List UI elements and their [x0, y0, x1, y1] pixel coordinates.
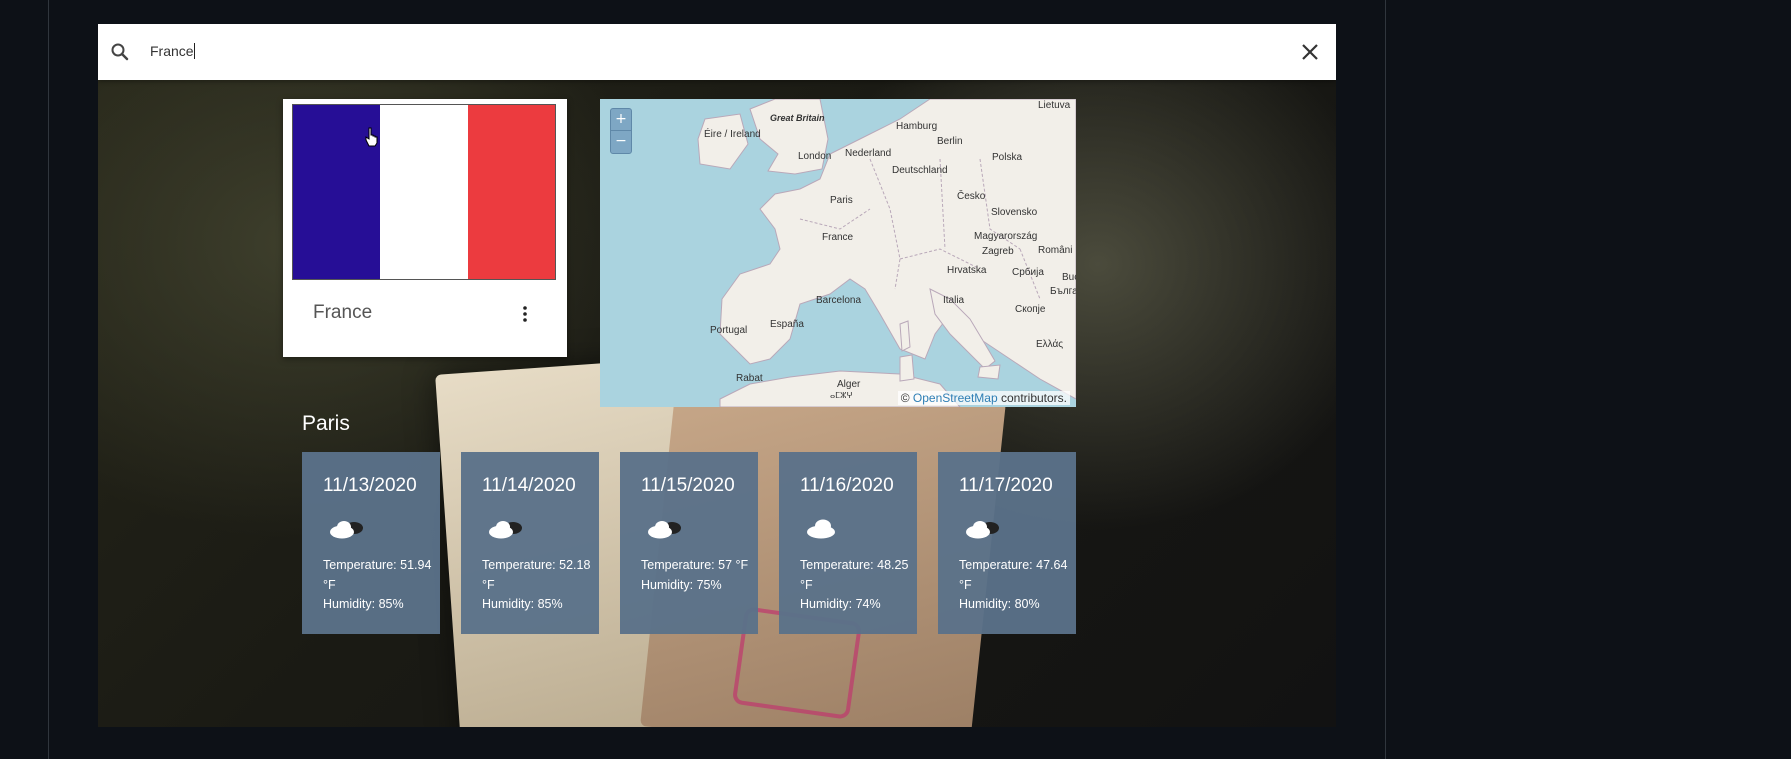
map-attribution: © OpenStreetMap contributors. [897, 391, 1070, 405]
country-map[interactable]: + − Great Britain Éire / Ireland London … [600, 99, 1076, 407]
partly-cloudy-icon [966, 521, 999, 539]
search-input[interactable]: France [150, 43, 195, 59]
map-label: Zagreb [982, 246, 1014, 257]
attribution-copyright: © [900, 391, 910, 405]
map-label: London [798, 151, 832, 162]
map-label: Скопје [1015, 304, 1046, 315]
forecast-date: 11/15/2020 [641, 475, 735, 496]
forecast-temperature: Temperature: 47.64 °F [959, 558, 1068, 592]
openstreetmap-link[interactable]: OpenStreetMap [913, 391, 998, 405]
forecast-humidity: Humidity: 85% [482, 597, 563, 611]
map-label: Éire / Ireland [704, 129, 761, 140]
search-input-value: France [150, 43, 194, 59]
forecast-card: 11/14/2020 Temperature: 52.18 °F Humidit… [461, 452, 599, 634]
map-label: Portugal [710, 325, 748, 336]
map-label: Rabat [736, 373, 763, 384]
map-label: Србија [1012, 267, 1044, 278]
map-label: Italia [943, 295, 965, 306]
map-label: Great Britain [770, 113, 825, 123]
map-label: Lietuva [1038, 100, 1071, 111]
city-name: Paris [302, 412, 350, 435]
forecast-temperature: Temperature: 51.94 °F [323, 558, 432, 592]
close-icon[interactable] [1298, 40, 1322, 64]
forecast-humidity: Humidity: 85% [323, 597, 404, 611]
country-card[interactable]: France [283, 99, 567, 357]
forecast-card: 11/13/2020 Temperature: 51.94 °F Humidit… [302, 452, 440, 634]
map-label: Paris [830, 195, 853, 206]
hand-pointer-icon [365, 127, 378, 147]
forecast-temperature: Temperature: 48.25 °F [800, 558, 909, 592]
map-label: Бълга [1050, 286, 1076, 297]
forecast-humidity: Humidity: 75% [641, 577, 722, 592]
forecast-date: 11/17/2020 [959, 475, 1053, 496]
search-icon [111, 43, 129, 61]
map-label: Barcelona [816, 295, 862, 306]
forecast-temperature: Temperature: 52.18 °F [482, 558, 591, 592]
map-label: Buc [1062, 272, 1076, 283]
map-label: Slovensko [991, 207, 1038, 218]
map-label: Hrvatska [947, 265, 987, 276]
partly-cloudy-icon [489, 521, 522, 539]
flag-stripe-white [380, 105, 468, 279]
zoom-out-button[interactable]: − [611, 131, 631, 152]
partly-cloudy-icon [330, 521, 363, 539]
more-vert-icon[interactable] [518, 304, 532, 324]
map-label: Berlin [937, 136, 963, 147]
map-label: ⴰⵎⵣⵖ [830, 391, 853, 400]
map-label: Polska [992, 152, 1023, 163]
partly-cloudy-icon [648, 521, 681, 539]
forecast-card: 11/16/2020 Temperature: 48.25 °F Humidit… [779, 452, 917, 634]
app-container: France France + − Great Britain Éire / I… [98, 24, 1336, 727]
cloud-icon [807, 519, 835, 539]
country-name: France [313, 302, 373, 323]
map-label: Ελλάς [1036, 339, 1064, 350]
map-label: Magyarország [974, 231, 1038, 242]
search-bar: France [98, 24, 1336, 80]
map-label: France [822, 232, 854, 243]
text-caret [193, 43, 195, 59]
map-label: España [770, 319, 804, 330]
map-label: Alger [837, 379, 861, 390]
attribution-text: contributors. [1000, 391, 1067, 405]
map-label: Deutschland [892, 165, 948, 176]
forecast-details: Temperature: 51.94 °F Humidity: 85% [323, 556, 433, 615]
map-label: Români [1038, 245, 1073, 256]
flag-stripe-red [467, 105, 555, 279]
forecast-details: Temperature: 47.64 °F Humidity: 80% [959, 556, 1069, 615]
forecast-date: 11/14/2020 [482, 475, 576, 496]
forecast-card: 11/17/2020 Temperature: 47.64 °F Humidit… [938, 452, 1076, 634]
map-label: Česko [957, 191, 986, 202]
forecast-details: Temperature: 48.25 °F Humidity: 74% [800, 556, 910, 615]
forecast-details: Temperature: 52.18 °F Humidity: 85% [482, 556, 592, 615]
zoom-in-button[interactable]: + [611, 109, 631, 131]
forecast-temperature: Temperature: 57 °F [641, 558, 749, 572]
map-zoom-control: + − [610, 108, 632, 154]
country-flag [292, 104, 556, 280]
map-label: Hamburg [896, 121, 938, 132]
forecast-details: Temperature: 57 °F Humidity: 75% [641, 556, 751, 595]
map-label: Nederland [845, 148, 892, 159]
forecast-humidity: Humidity: 80% [959, 597, 1040, 611]
forecast-card: 11/15/2020 Temperature: 57 °F Humidity: … [620, 452, 758, 634]
forecast-date: 11/13/2020 [323, 475, 417, 496]
forecast-date: 11/16/2020 [800, 475, 894, 496]
forecast-humidity: Humidity: 74% [800, 597, 881, 611]
